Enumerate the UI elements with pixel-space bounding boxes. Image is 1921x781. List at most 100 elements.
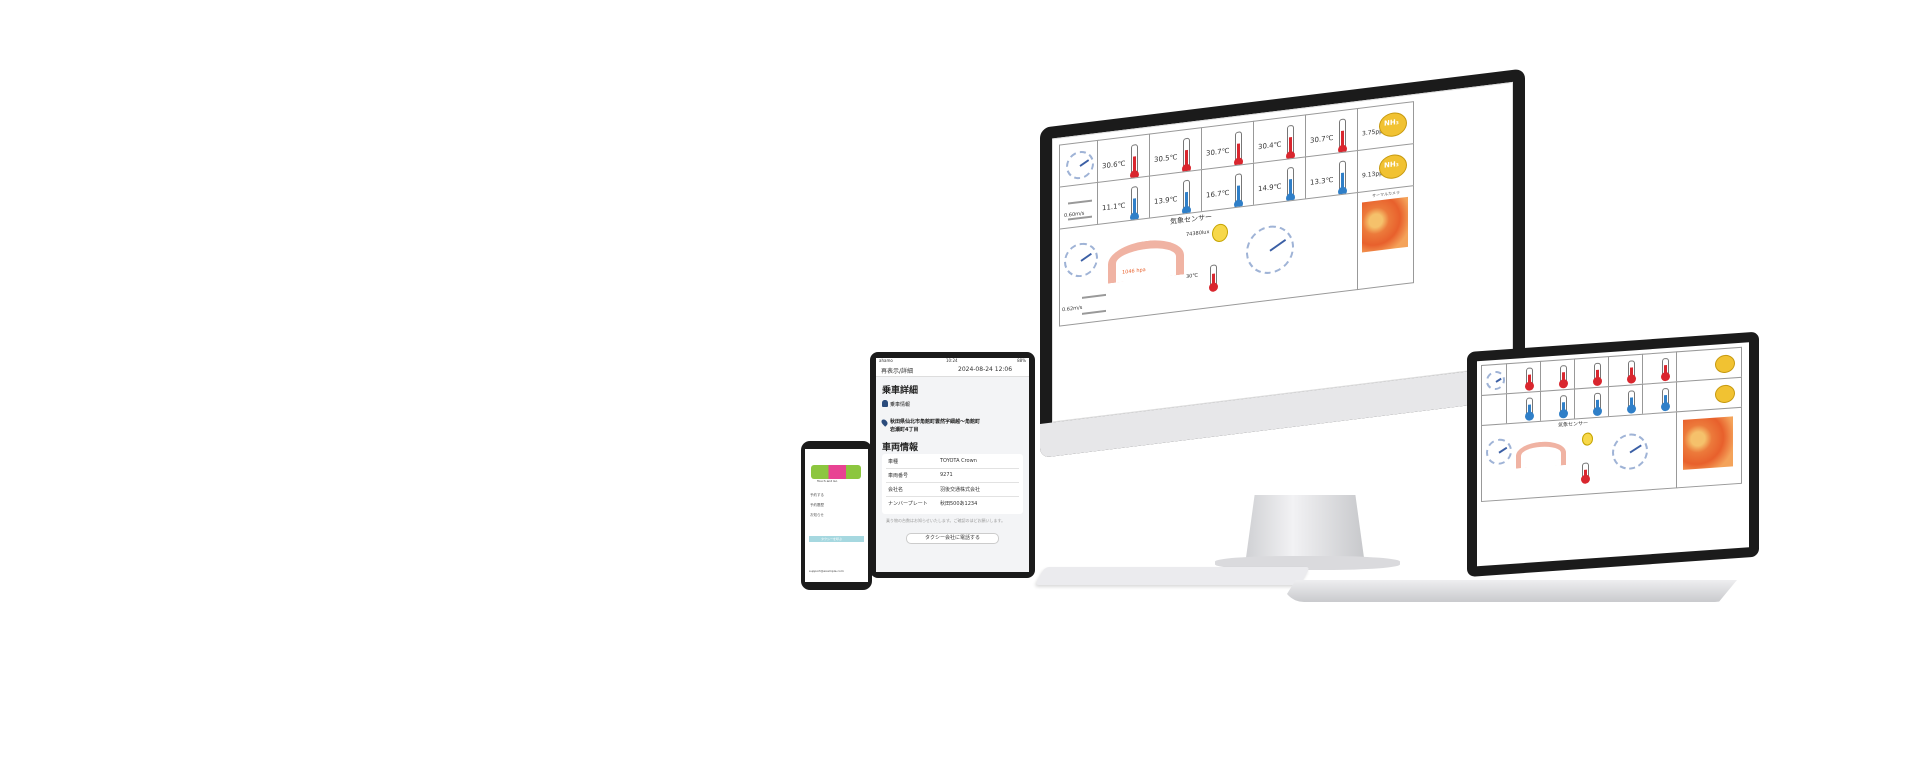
thermal-image	[1683, 416, 1733, 470]
row-key: 会社名	[888, 487, 904, 493]
sensor-dashboard: 30.6℃ 30.5℃ 30.7℃ 30.4℃ 30.7℃ 3.75ppm NH…	[1059, 90, 1506, 415]
lux-value: 74380lux	[1186, 229, 1210, 239]
header-datetime: 2024-08-24 12:06	[958, 366, 1013, 373]
ammonia-flask-icon: NH₃	[1379, 152, 1407, 181]
thermometer-icon	[1594, 392, 1601, 412]
weather-sensor-panel: 気象センサー	[1481, 411, 1678, 503]
divider	[886, 482, 1019, 483]
thermometer-icon	[1131, 185, 1138, 217]
temp-value: 11.1℃	[1102, 201, 1126, 213]
call-taxi-button[interactable]: タクシー会社に電話する	[906, 533, 999, 544]
thermometer-icon	[1339, 160, 1346, 192]
temp-value: 30.4℃	[1258, 140, 1282, 152]
thermometer-icon	[1235, 173, 1242, 205]
route-text: 秋田県仙北市角館町雲然字細越～角館町	[890, 419, 981, 425]
thermometer-icon	[1560, 365, 1567, 384]
thermometer-icon	[1662, 387, 1669, 407]
hygrometer-tile	[1059, 139, 1099, 189]
thermometer-icon	[1628, 360, 1635, 379]
thermometer-icon	[1526, 397, 1533, 416]
temp-value: 14.9℃	[1258, 182, 1282, 194]
row-value: TOYOTA Crown	[940, 458, 977, 464]
temp-value: 13.3℃	[1310, 175, 1334, 187]
call-taxi-label: タクシーを呼ぶ	[821, 537, 843, 541]
tablet-screen: ahamo 10:24 88% 再表示/詳細 2024-08-24 12:06 …	[876, 358, 1029, 572]
wind-icon	[1082, 293, 1106, 315]
menu-item[interactable]: 予約履歴	[810, 503, 824, 508]
temp-value: 30.6℃	[1102, 159, 1126, 171]
thermometer-icon	[1560, 395, 1567, 414]
temp-value: 13.9℃	[1154, 195, 1178, 207]
thermometer-icon	[1210, 264, 1217, 288]
route-text-2: 岩瀬町4丁目	[890, 427, 919, 433]
hygrometer-dial-icon	[1066, 149, 1094, 181]
ride-details-title: 乗車詳細	[882, 386, 919, 396]
thermal-camera-panel[interactable]	[1676, 406, 1742, 489]
phone-screen: Touch and Go 予約する 予約履歴 お知らせ タクシーを呼ぶ supp…	[805, 449, 868, 582]
laptop-screen: 気象センサー	[1477, 342, 1749, 567]
compass-icon	[1064, 240, 1098, 280]
temp-value: 30.7℃	[1310, 133, 1334, 145]
row-key: 車両番号	[888, 473, 909, 479]
thermometer-icon	[1287, 124, 1294, 156]
monitor-screen: 30.6℃ 30.5℃ 30.7℃ 30.4℃ 30.7℃ 3.75ppm NH…	[1052, 81, 1513, 423]
compass-icon	[1486, 437, 1512, 466]
thermometer-icon	[1339, 118, 1346, 150]
nh3-label: NH₃	[1384, 117, 1399, 128]
app-header: 再表示/詳細 2024-08-24 12:06	[876, 364, 1029, 377]
header-back-link[interactable]: 再表示/詳細	[881, 366, 913, 375]
wind-value: 0.62m/s	[1062, 304, 1083, 314]
keyboard	[1034, 567, 1311, 585]
thermometer-icon	[1131, 143, 1138, 175]
hygrometer-tile	[1481, 363, 1508, 398]
temp-value: 30.7℃	[1206, 146, 1230, 158]
ammonia-flask-icon	[1715, 354, 1735, 374]
thermometer-icon	[1582, 462, 1589, 479]
rain-gauge-dial-icon	[1246, 222, 1294, 277]
row-key: 車種	[888, 459, 899, 465]
thermometer-icon	[1526, 367, 1533, 386]
weather-sensor-title: 気象センサー	[1170, 212, 1212, 227]
row-key: ナンバープレート	[888, 501, 928, 507]
desktop-monitor: 30.6℃ 30.5℃ 30.7℃ 30.4℃ 30.7℃ 3.75ppm NH…	[1040, 68, 1525, 458]
menu-item[interactable]: 予約する	[810, 493, 824, 498]
pressure-gauge	[1108, 236, 1184, 284]
laptop-base	[1282, 580, 1737, 602]
weather-sensor-title: 気象センサー	[1558, 420, 1589, 429]
wind-tile[interactable]	[1481, 393, 1508, 428]
vehicle-info-card: 車種 TOYOTA Crown 車両番号 9271 会社名 羽後交通株式会社 ナ…	[882, 454, 1023, 514]
rain-gauge-dial-icon	[1612, 432, 1648, 471]
logo-subtitle: Touch and Go	[817, 479, 838, 483]
passenger-label: 乗車情報	[890, 402, 911, 408]
light-bulb-icon	[1212, 222, 1228, 243]
footer-email: support@example.com	[809, 569, 844, 573]
pressure-gauge	[1516, 440, 1566, 469]
row-value: 羽後交通株式会社	[940, 487, 981, 493]
location-pin-icon	[880, 418, 889, 427]
light-bulb-icon	[1582, 432, 1593, 446]
vehicle-info-title: 車両情報	[882, 443, 919, 453]
call-taxi-bar[interactable]: タクシーを呼ぶ	[809, 536, 864, 542]
thermometer-icon	[1183, 179, 1190, 211]
nh3-label: NH₃	[1384, 159, 1399, 170]
thermometer-icon	[1183, 137, 1190, 169]
ammonia-flask-icon	[1715, 384, 1735, 404]
person-icon	[882, 400, 888, 407]
thermometer-icon	[1235, 131, 1242, 163]
thermometer-icon	[1662, 357, 1669, 377]
wind-tile[interactable]: 0.60m/s	[1059, 181, 1099, 231]
monitor-stand	[1245, 495, 1365, 565]
carrier-label: ahamo	[879, 358, 893, 363]
thermometer-icon	[1287, 166, 1294, 198]
hygrometer-dial-icon	[1486, 370, 1505, 391]
ammonia-flask-icon: NH₃	[1379, 110, 1407, 139]
laptop: 気象センサー	[1467, 331, 1759, 577]
temp-value: 30.5℃	[1154, 153, 1178, 165]
divider	[886, 468, 1019, 469]
menu-item[interactable]: お知らせ	[810, 513, 824, 518]
thermometer-icon	[1594, 362, 1601, 382]
thermal-camera-panel[interactable]: サーマルカメラ	[1357, 185, 1414, 291]
thermometer-icon	[1628, 390, 1635, 409]
temp-value: 16.7℃	[1206, 188, 1230, 200]
row-value: 9271	[940, 472, 953, 478]
